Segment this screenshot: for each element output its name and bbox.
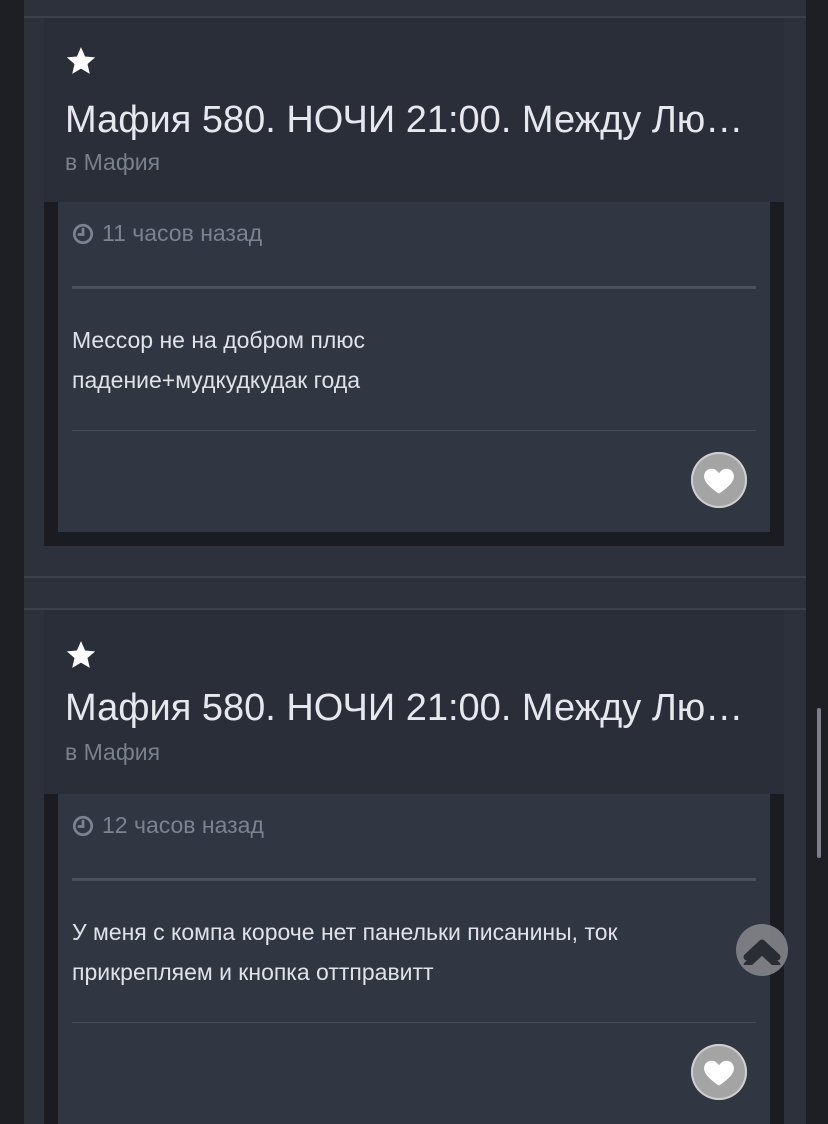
- heart-icon: [704, 1060, 734, 1086]
- like-button[interactable]: [691, 452, 747, 508]
- comment-line: У меня с компа короче нет панельки писан…: [72, 919, 618, 945]
- divider: [24, 576, 806, 578]
- star-icon[interactable]: [64, 638, 98, 672]
- comment-text: У меня с компа короче нет панельки писан…: [72, 912, 742, 992]
- clock-icon: [72, 223, 94, 244]
- divider: [72, 878, 756, 881]
- forum-label[interactable]: в Мафия: [65, 148, 160, 176]
- comment-container: 12 часов назад У меня с компа короче нет…: [44, 794, 784, 1124]
- scroll-to-top-button[interactable]: [736, 924, 788, 976]
- clock-icon: [72, 815, 94, 836]
- scrollbar[interactable]: [817, 708, 821, 858]
- divider: [72, 1022, 756, 1023]
- heart-icon: [704, 468, 734, 494]
- timestamp[interactable]: 11 часов назад: [72, 220, 262, 247]
- comment-body: 11 часов назад Мессор не на добром плюс …: [58, 202, 770, 532]
- comment-line: прикрепляем и кнопка оттправитт: [72, 959, 434, 985]
- comment-container: 11 часов назад Мессор не на добром плюс …: [44, 202, 784, 546]
- topic-header[interactable]: Мафия 580. НОЧИ 21:00. Между Лю… в Мафия: [44, 18, 784, 202]
- timestamp[interactable]: 12 часов назад: [72, 812, 264, 839]
- comment-line: падение+мудкудкудак года: [72, 367, 361, 393]
- chevron-up-icon: [743, 939, 781, 965]
- timestamp-text: 11 часов назад: [102, 220, 263, 246]
- comment-text: Мессор не на добром плюс падение+мудкудк…: [72, 320, 742, 400]
- feed-item: Мафия 580. НОЧИ 21:00. Между Лю… в Мафия…: [24, 576, 806, 1124]
- divider: [72, 286, 756, 289]
- topic-title[interactable]: Мафия 580. НОЧИ 21:00. Между Лю…: [65, 98, 765, 142]
- topic-header[interactable]: Мафия 580. НОЧИ 21:00. Между Лю… в Мафия: [44, 610, 784, 794]
- comment-line: Мессор не на добром плюс: [72, 327, 366, 353]
- comment-body: 12 часов назад У меня с компа короче нет…: [58, 794, 770, 1124]
- activity-feed: Мафия 580. НОЧИ 21:00. Между Лю… в Мафия…: [0, 0, 828, 1124]
- timestamp-text: 12 часов назад: [102, 812, 264, 838]
- feed-item: Мафия 580. НОЧИ 21:00. Между Лю… в Мафия…: [24, 0, 806, 578]
- topic-title[interactable]: Мафия 580. НОЧИ 21:00. Между Лю…: [65, 686, 765, 730]
- like-button[interactable]: [691, 1044, 747, 1100]
- divider: [72, 430, 756, 431]
- star-icon[interactable]: [64, 44, 98, 78]
- forum-label[interactable]: в Мафия: [65, 738, 160, 766]
